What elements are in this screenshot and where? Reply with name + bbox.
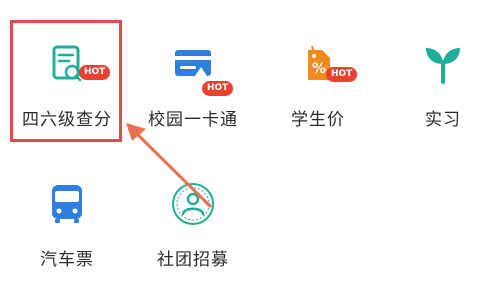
grid-item-internship[interactable]: 实习 — [388, 2, 484, 130]
score-report-icon — [52, 45, 82, 82]
grid-item-bus-ticket[interactable]: 汽车票 — [12, 142, 122, 270]
grid-item-label: 实习 — [425, 110, 461, 130]
grid-item-label: 汽车票 — [40, 250, 94, 270]
grid-item-label: 学生价 — [291, 110, 345, 130]
club-person-icon — [172, 183, 214, 225]
hot-badge: HOT — [326, 67, 358, 82]
hot-badge: HOT — [79, 65, 111, 80]
app-grid-screen: HOT 四六级查分 HOT 校园一卡通 % HOT 学生价 实习 汽车票 社团招… — [0, 0, 484, 300]
grid-item-cet-score[interactable]: HOT 四六级查分 — [12, 2, 122, 130]
grid-item-club-recruit[interactable]: 社团招募 — [138, 142, 248, 270]
campus-card-icon — [175, 50, 211, 76]
grid-item-campus-card[interactable]: HOT 校园一卡通 — [138, 2, 248, 130]
grid-item-label: 四六级查分 — [22, 110, 112, 130]
grid-item-label: 校园一卡通 — [148, 110, 238, 130]
sprout-icon — [426, 48, 460, 84]
grid-item-label: 社团招募 — [157, 250, 229, 270]
hot-badge: HOT — [202, 81, 234, 96]
grid-item-student-price[interactable]: % HOT 学生价 — [263, 2, 373, 130]
bus-icon — [52, 185, 82, 223]
svg-text:%: % — [312, 61, 326, 77]
